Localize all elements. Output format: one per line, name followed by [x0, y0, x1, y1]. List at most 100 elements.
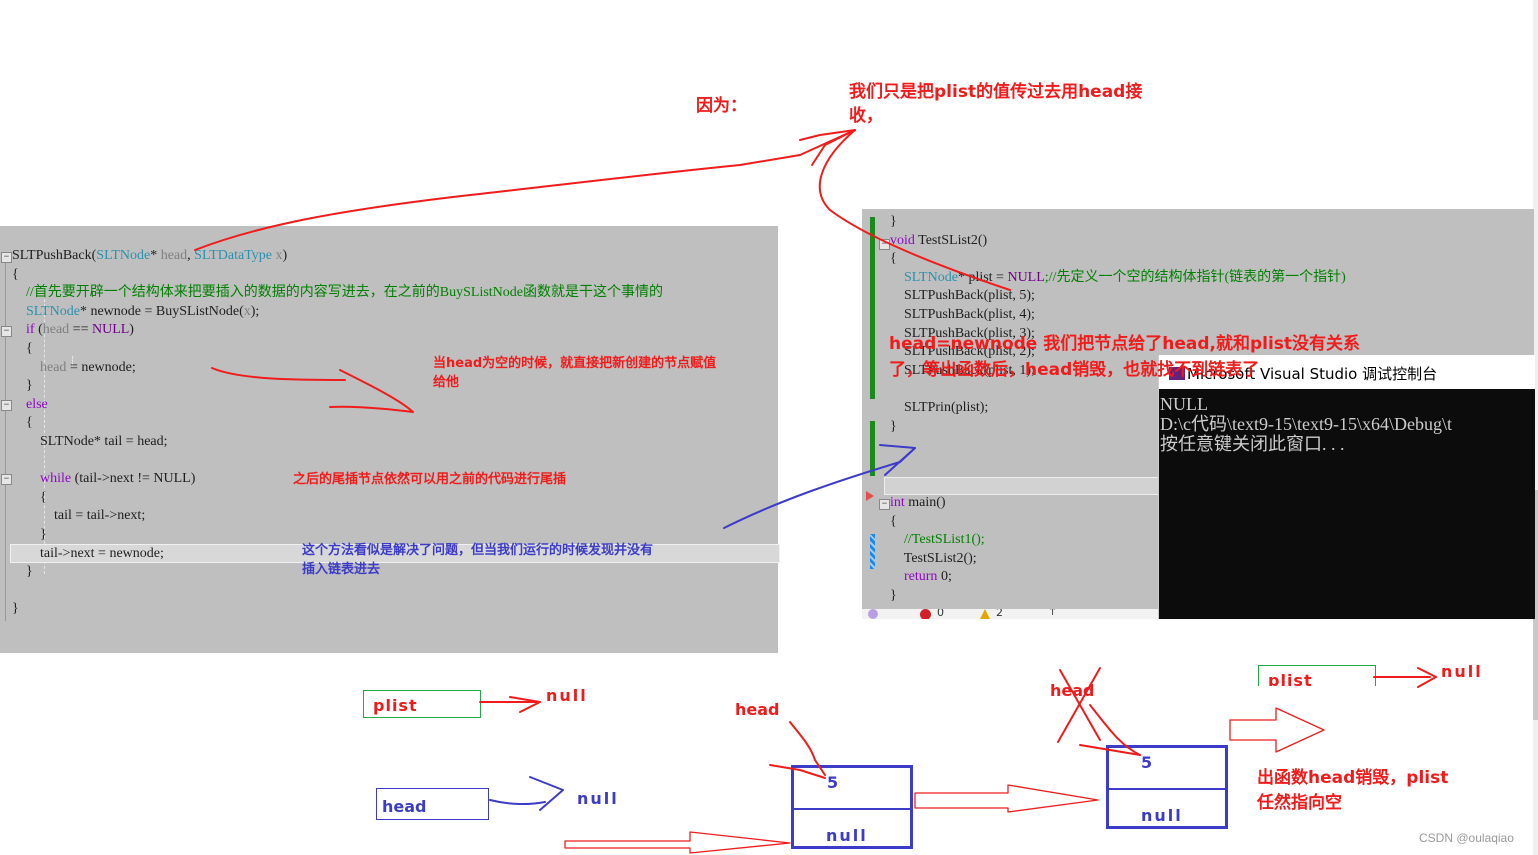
code-token: SLTPushBack(plist, 5);	[890, 288, 1035, 304]
code-line[interactable]: //首先要开辟一个结构体来把要插入的数据的内容写进去，在之前的BuySListN…	[12, 284, 663, 302]
fold-guide	[5, 256, 6, 621]
code-token: return	[890, 569, 938, 585]
crossed-head-label: head	[1050, 681, 1095, 700]
code-line[interactable]: SLTPushBack(plist, 4);	[890, 306, 1035, 324]
code-token: * newnode = BuySListNode(	[79, 303, 244, 319]
null-label: null	[546, 686, 588, 705]
code-line[interactable]: }	[12, 377, 33, 395]
code-line[interactable]: {	[12, 340, 33, 358]
code-token: tail->next = newnode;	[12, 545, 164, 561]
code-token: }	[890, 418, 897, 434]
code-line[interactable]: {	[890, 250, 897, 268]
error-count: 0	[937, 609, 944, 619]
code-line[interactable]: SLTPushBack(SLTNode* head, SLTDataType x…	[12, 247, 287, 265]
code-token: NULL	[1007, 269, 1045, 285]
fold-toggle-icon[interactable]: −	[1, 400, 12, 411]
code-line[interactable]: SLTNode* newnode = BuySListNode(x);	[12, 303, 259, 321]
copilot-icon[interactable]	[868, 609, 878, 619]
console-output-line: D:\c代码\text9-15\text9-15\x64\Debug\t	[1160, 414, 1452, 434]
plist-box: plist	[363, 690, 481, 718]
warning-icon[interactable]	[980, 609, 990, 619]
code-line[interactable]: TestSList2();	[890, 550, 977, 568]
arrow-head	[799, 129, 856, 166]
breakpoint-arrow-icon[interactable]	[866, 491, 874, 501]
head-null-arrow	[489, 776, 564, 811]
code-token: head	[12, 359, 67, 375]
code-line[interactable]: }	[12, 563, 33, 581]
fold-toggle-icon[interactable]: −	[879, 239, 890, 250]
code-line[interactable]: //TestSList1();	[890, 531, 985, 549]
debug-console-window[interactable]: Microsoft Visual Studio 调试控制台 NULL D:\c代…	[1158, 355, 1535, 619]
code-token: SLTPushBack(plist, 4);	[890, 307, 1035, 322]
annotation-line: 插入链表进去	[302, 562, 381, 577]
code-token: (	[34, 322, 43, 338]
null-label: null	[1441, 662, 1483, 681]
hollow-arrow	[1229, 707, 1325, 753]
code-line[interactable]: while (tail->next != NULL)	[12, 470, 195, 488]
code-token: }	[12, 378, 33, 394]
code-line[interactable]: }	[12, 526, 47, 544]
annotation-tail-insert: 之后的尾插节点依然可以用之前的代码进行尾插	[293, 472, 567, 487]
annotation-line: head=newnode 我们把节点给了head,就和plist没有关系	[889, 334, 1361, 354]
annotation-line: 这个方法看似是解决了问题，但当我们运行的时候发现并没有	[302, 543, 654, 558]
change-bar	[870, 217, 875, 399]
console-output-line: NULL	[1160, 394, 1208, 414]
code-token: head	[42, 322, 70, 338]
code-token: SLTNode	[12, 303, 80, 319]
code-line[interactable]: SLTNode* plist = NULL;//先定义一个空的结构体指针(链表的…	[890, 269, 1346, 287]
code-token: SLTDataType	[194, 248, 272, 263]
code-token: SLTPushBack(	[12, 248, 97, 263]
node-value: 5	[1141, 753, 1153, 772]
code-line[interactable]: }	[890, 587, 897, 605]
code-line[interactable]: tail->next = newnode;	[12, 545, 164, 563]
code-token: while	[12, 471, 72, 487]
code-token: }	[12, 601, 19, 617]
code-line[interactable]: SLTPushBack(plist, 5);	[890, 287, 1035, 305]
code-token: SLTNode	[890, 269, 958, 285]
annotation-line: 出函数head销毁，plist	[1257, 768, 1449, 788]
code-line[interactable]: {	[890, 513, 897, 531]
fold-toggle-icon[interactable]: −	[1, 252, 12, 263]
node-divider	[794, 808, 910, 810]
fold-toggle-icon[interactable]: −	[879, 499, 890, 510]
code-token: )	[282, 248, 288, 263]
code-line[interactable]: {	[12, 489, 47, 507]
watermark: CSDN @oulaqiao	[1419, 831, 1514, 845]
code-line[interactable]: if (head == NULL)	[12, 321, 134, 339]
code-line[interactable]: {	[12, 266, 19, 284]
code-token: SLTNode	[96, 248, 151, 263]
code-token: tail = tail->next;	[12, 508, 146, 524]
node-next: null	[826, 826, 868, 845]
code-line[interactable]: }	[12, 600, 19, 618]
code-token: head	[160, 248, 188, 263]
node-value: 5	[827, 773, 839, 792]
code-line[interactable]: }	[890, 213, 897, 231]
null-label: null	[577, 789, 619, 808]
node-divider	[1109, 788, 1225, 790]
current-line-highlight	[884, 477, 1160, 495]
code-line[interactable]: return 0;	[890, 568, 952, 586]
code-token: * plist =	[957, 269, 1008, 285]
code-token: ==	[69, 322, 92, 338]
code-token: //TestSList1();	[890, 532, 985, 548]
code-token: {	[890, 513, 897, 529]
code-line[interactable]: int main()	[890, 494, 946, 512]
editor-status-bar: 0 2 ↑	[862, 609, 1158, 619]
code-line[interactable]: {	[12, 414, 33, 432]
code-line[interactable]: }	[890, 418, 897, 436]
code-token: = newnode;	[66, 359, 136, 375]
code-line[interactable]: head = newnode;	[12, 359, 136, 377]
code-token: {	[12, 489, 47, 505]
up-arrow-icon[interactable]: ↑	[1048, 609, 1057, 618]
annotation-problem: 这个方法看似是解决了问题，但当我们运行的时候发现并没有 插入链表进去	[302, 541, 653, 579]
plist-box: plist	[1258, 665, 1376, 686]
code-line[interactable]: SLTNode* tail = head;	[12, 433, 168, 451]
head-pointer-label: head	[735, 700, 780, 719]
code-line[interactable]: void TestSList2()	[890, 232, 987, 250]
code-line[interactable]: SLTPrin(plist);	[890, 399, 988, 417]
code-line[interactable]: tail = tail->next;	[12, 507, 145, 525]
error-icon[interactable]	[920, 609, 931, 619]
code-line[interactable]: else	[12, 396, 48, 414]
fold-toggle-icon[interactable]: −	[1, 326, 12, 337]
fold-toggle-icon[interactable]: −	[1, 474, 12, 485]
